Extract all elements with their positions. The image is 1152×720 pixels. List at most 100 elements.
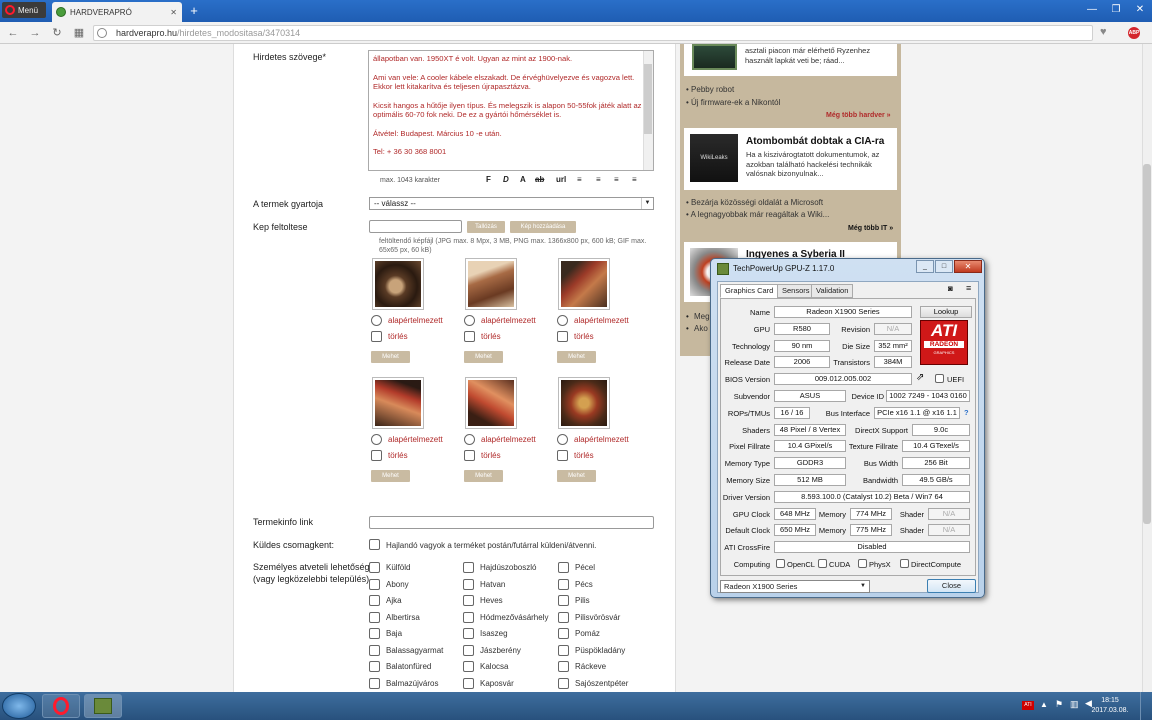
lookup-button[interactable]: Lookup [920, 306, 972, 318]
close-button[interactable]: Close [927, 579, 976, 593]
news-link[interactable]: • A legnagyobbak már reagáltak a Wiki... [686, 210, 829, 219]
back-icon[interactable]: ← [6, 26, 20, 40]
town-checkbox[interactable] [369, 628, 380, 639]
town-checkbox[interactable] [463, 644, 474, 656]
default-radio[interactable] [371, 434, 382, 445]
textarea-scroll-thumb[interactable] [644, 64, 652, 134]
news-thumbnail[interactable] [692, 44, 737, 70]
more-hardware-link[interactable]: Még több hardver » [826, 112, 891, 119]
file-input[interactable] [369, 220, 462, 233]
town-checkbox[interactable] [369, 562, 380, 573]
manufacturer-select[interactable]: -- válassz -- ▼ [369, 197, 654, 210]
minimize-icon[interactable]: _ [916, 260, 934, 273]
forward-icon[interactable]: → [28, 26, 42, 40]
taskbar-gpuz[interactable] [84, 694, 122, 718]
browser-tab[interactable]: HARDVERAPRÓ ✕ [52, 2, 182, 22]
start-button[interactable] [2, 693, 36, 719]
new-tab-icon[interactable]: + [187, 3, 201, 18]
camera-icon[interactable]: ◙ [948, 284, 953, 293]
move-button[interactable]: Mehet [371, 470, 410, 482]
town-checkbox[interactable] [369, 595, 380, 606]
page-scroll-thumb[interactable] [1143, 164, 1151, 524]
ati-tray-icon[interactable]: ATI [1022, 701, 1034, 710]
tab-sensors[interactable]: Sensors [777, 284, 815, 298]
align-center-icon[interactable]: ≡ [596, 175, 601, 184]
align-right-icon[interactable]: ≡ [614, 175, 619, 184]
town-checkbox[interactable] [463, 562, 474, 573]
town-checkbox[interactable] [558, 628, 569, 639]
town-checkbox[interactable] [558, 578, 569, 590]
news-link[interactable]: • Új firmware-ek a Nikontól [686, 98, 780, 107]
clock[interactable]: 18:15 2017.03.08. [1090, 696, 1130, 716]
shipping-checkbox[interactable] [369, 539, 380, 550]
town-checkbox[interactable] [463, 595, 474, 606]
browse-button[interactable]: Tallózás [467, 221, 505, 233]
move-button[interactable]: Mehet [557, 351, 596, 363]
move-button[interactable]: Mehet [557, 470, 596, 482]
taskbar-opera[interactable] [42, 694, 80, 718]
productinfo-input[interactable] [369, 516, 654, 529]
image-thumbnail[interactable] [558, 258, 610, 310]
town-checkbox[interactable] [463, 661, 474, 672]
align-left-icon[interactable]: ≡ [577, 175, 582, 184]
adblock-icon[interactable]: ABP [1128, 27, 1140, 39]
town-checkbox[interactable] [558, 644, 569, 656]
town-checkbox[interactable] [463, 611, 474, 623]
news-headline[interactable]: Atombombát dobtak a CIA-ra [746, 136, 884, 147]
town-checkbox[interactable] [558, 677, 569, 689]
close-window-icon[interactable]: ✕ [954, 260, 982, 273]
gpu-select[interactable]: Radeon X1900 Series ▼ [720, 580, 870, 593]
site-info-icon[interactable] [97, 28, 107, 38]
town-checkbox[interactable] [558, 595, 569, 606]
news-link-partial[interactable]: Meg [694, 312, 710, 321]
show-desktop-button[interactable] [1140, 692, 1152, 720]
news-link-partial[interactable]: Ako [694, 324, 708, 333]
italic-button[interactable]: D [503, 175, 509, 184]
town-checkbox[interactable] [463, 628, 474, 639]
delete-checkbox[interactable] [557, 331, 568, 342]
town-checkbox[interactable] [558, 661, 569, 672]
town-checkbox[interactable] [369, 611, 380, 623]
opera-menu-button[interactable]: Menü [2, 2, 46, 18]
font-button[interactable]: A [520, 175, 526, 184]
image-thumbnail[interactable] [465, 377, 517, 429]
news-link[interactable]: • Pebby robot [686, 85, 734, 94]
speed-dial-icon[interactable]: ▦ [72, 26, 86, 40]
town-checkbox[interactable] [558, 611, 569, 623]
default-radio[interactable] [557, 434, 568, 445]
default-radio[interactable] [557, 315, 568, 326]
add-image-button[interactable]: Kép hozzáadása [510, 221, 576, 233]
move-button[interactable]: Mehet [371, 351, 410, 363]
image-thumbnail[interactable] [372, 258, 424, 310]
news-link[interactable]: • Bezárja közösségi oldalát a Microsoft [686, 198, 823, 207]
bold-button[interactable]: F [486, 175, 491, 184]
tray-expand-icon[interactable]: ▲ [1040, 700, 1048, 709]
close-tab-icon[interactable]: ✕ [170, 8, 177, 17]
more-it-link[interactable]: Még több IT » [848, 225, 893, 232]
move-button[interactable]: Mehet [464, 351, 503, 363]
url-button[interactable]: url [556, 175, 566, 184]
delete-checkbox[interactable] [464, 331, 475, 342]
bookmark-heart-icon[interactable]: ♥ [1100, 26, 1107, 38]
town-checkbox[interactable] [463, 677, 474, 689]
image-thumbnail[interactable] [465, 258, 517, 310]
default-radio[interactable] [464, 315, 475, 326]
tab-validation[interactable]: Validation [811, 284, 854, 298]
help-icon[interactable]: ? [964, 408, 969, 417]
close-window-icon[interactable]: ✕ [1128, 0, 1152, 20]
ad-text-textarea[interactable]: állapotban van. 1950XT é volt. Ugyan az … [368, 50, 654, 171]
delete-checkbox[interactable] [557, 450, 568, 461]
town-checkbox[interactable] [369, 578, 380, 590]
flag-icon[interactable]: ⚑ [1055, 699, 1063, 710]
menu-icon[interactable]: ≡ [966, 283, 971, 293]
reload-icon[interactable]: ↻ [50, 26, 64, 40]
tab-graphics-card[interactable]: Graphics Card [720, 284, 779, 298]
strike-button[interactable]: ab [535, 175, 544, 184]
town-checkbox[interactable] [369, 661, 380, 672]
delete-checkbox[interactable] [371, 450, 382, 461]
minimize-icon[interactable]: — [1080, 0, 1104, 20]
town-checkbox[interactable] [369, 677, 380, 689]
town-checkbox[interactable] [369, 644, 380, 656]
news-thumbnail[interactable]: WikiLeaks [690, 134, 738, 182]
town-checkbox[interactable] [463, 578, 474, 590]
